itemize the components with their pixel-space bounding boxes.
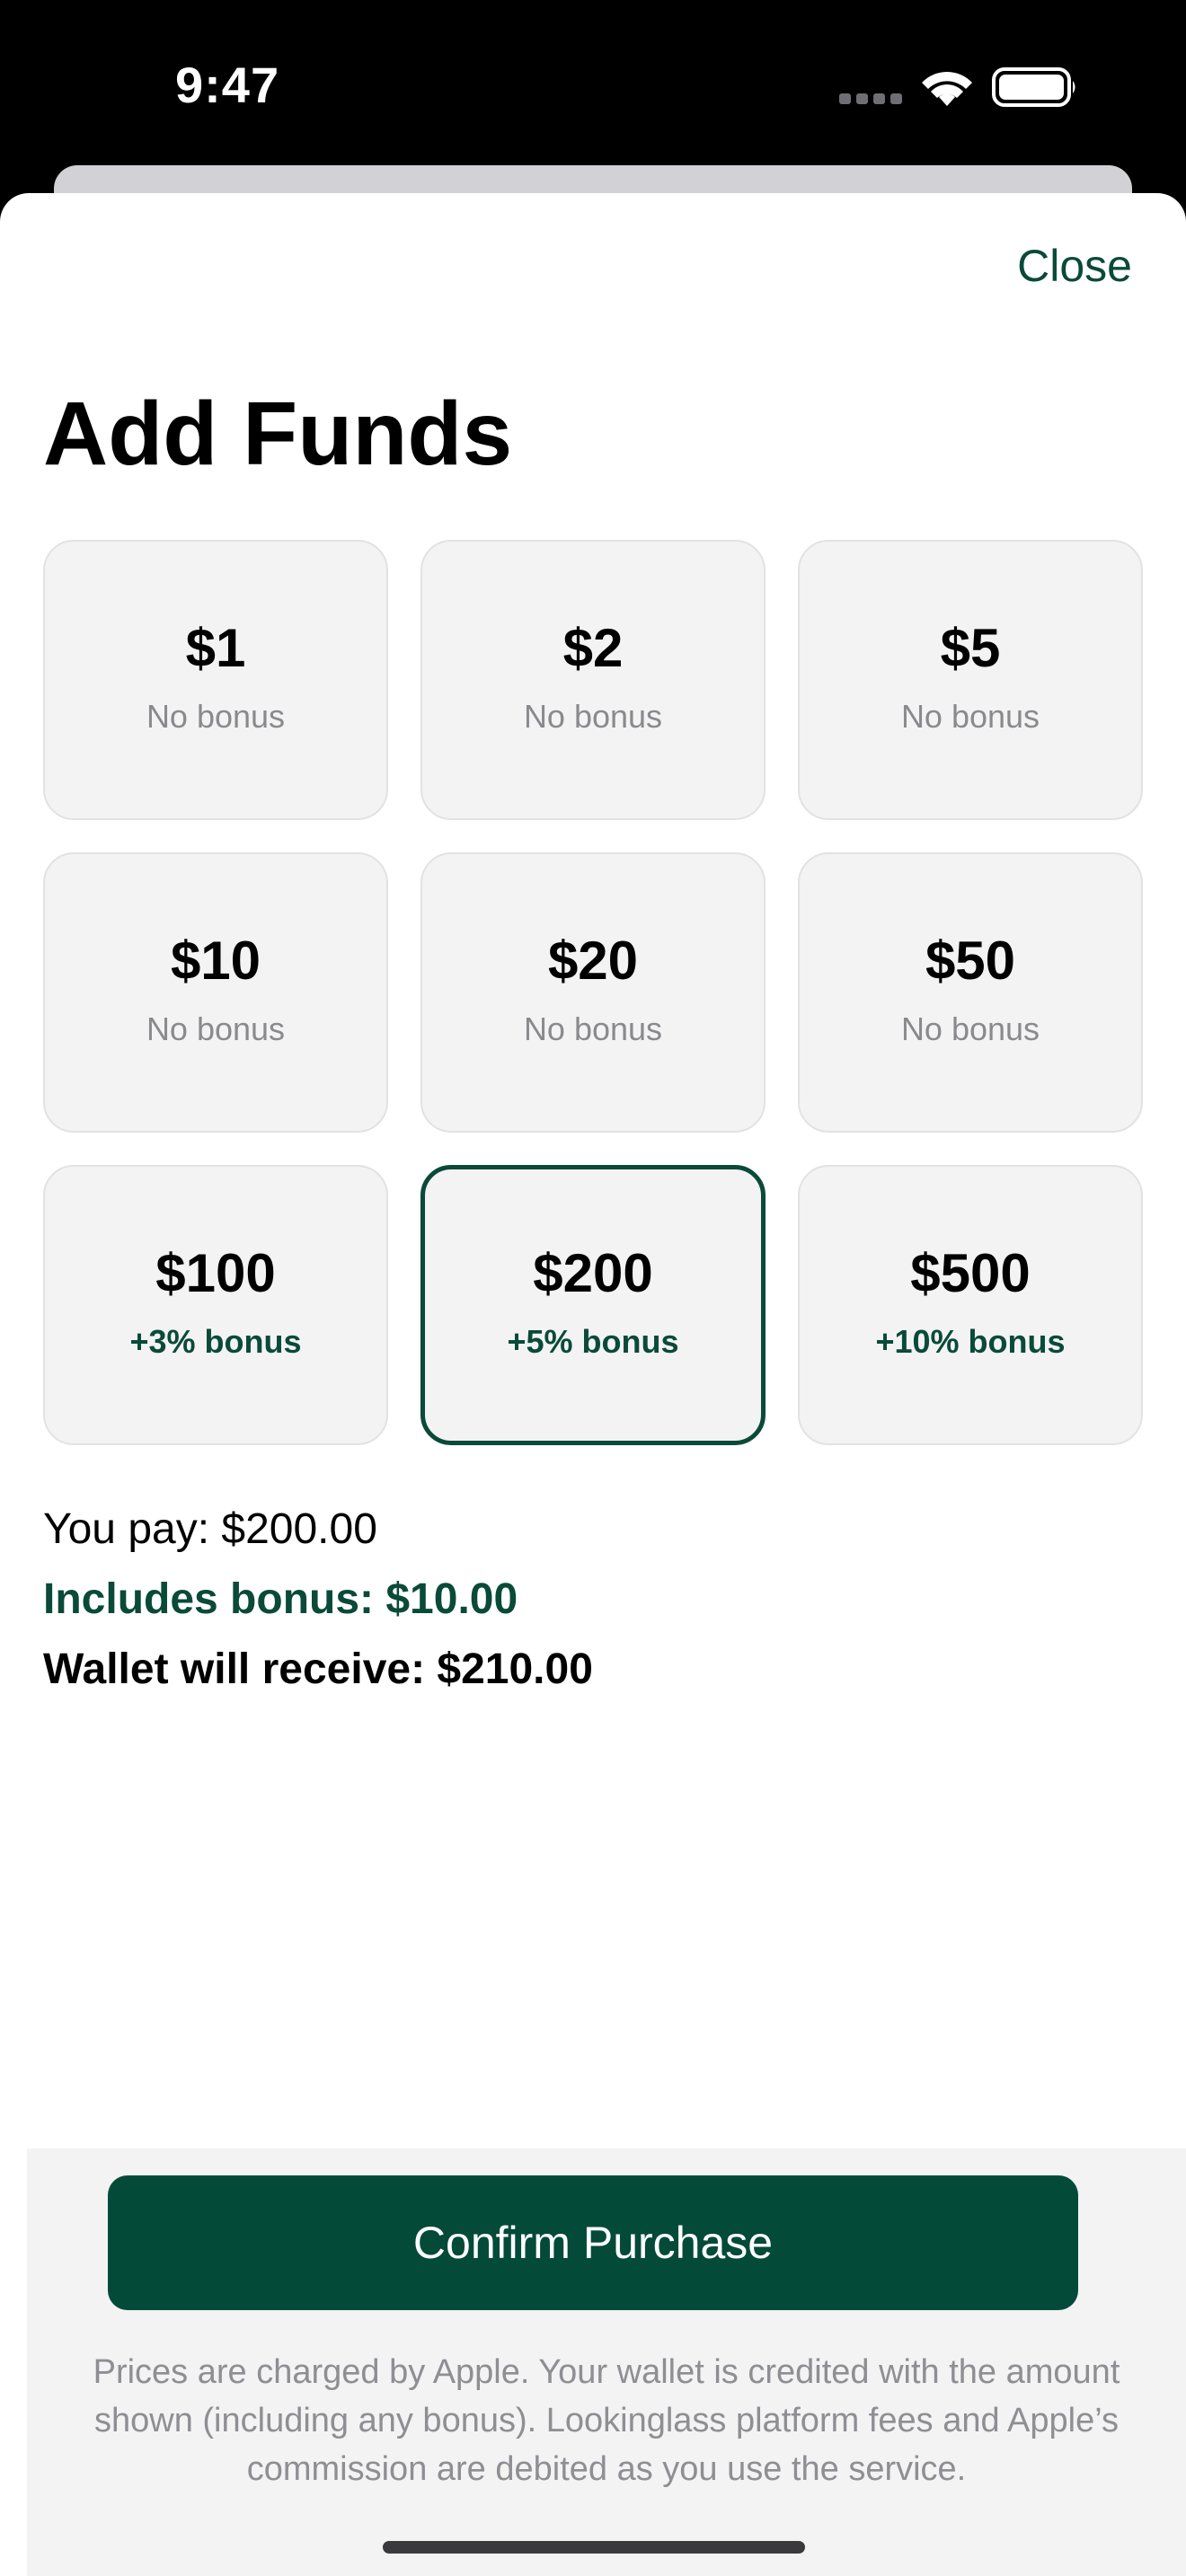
page-title: Add Funds — [43, 384, 513, 484]
amount-value: $1 — [185, 618, 246, 678]
amount-value: $200 — [533, 1243, 653, 1303]
amount-option-1[interactable]: $1 No bonus — [43, 540, 388, 820]
home-indicator[interactable] — [383, 2541, 805, 2554]
amount-value: $100 — [155, 1243, 276, 1303]
bonus-label: +5% bonus — [507, 1323, 679, 1360]
close-button[interactable]: Close — [1017, 240, 1132, 292]
bonus-label: No bonus — [523, 1010, 663, 1047]
bonus-label: No bonus — [146, 1010, 286, 1047]
purchase-summary: You pay: $200.00 Includes bonus: $10.00 … — [43, 1508, 593, 1718]
bonus-label: +3% bonus — [129, 1323, 302, 1360]
amount-grid: $1 No bonus $2 No bonus $5 No bonus $10 … — [43, 540, 1143, 1445]
amount-option-10[interactable]: $10 No bonus — [43, 852, 388, 1133]
add-funds-sheet: Close Add Funds $1 No bonus $2 No bonus … — [0, 193, 1186, 2576]
battery-icon — [992, 67, 1075, 107]
amount-option-20[interactable]: $20 No bonus — [420, 852, 766, 1133]
bonus-label: No bonus — [900, 698, 1040, 735]
amount-value: $50 — [925, 931, 1016, 991]
bonus-label: +10% bonus — [875, 1323, 1066, 1360]
bonus-label: No bonus — [523, 698, 663, 735]
status-time: 9:47 — [175, 57, 280, 113]
status-bar: 9:47 — [0, 0, 1186, 171]
wifi-icon — [922, 72, 972, 106]
wallet-receive-text: Wallet will receive: $210.00 — [43, 1645, 593, 1693]
purchase-footer: Confirm Purchase Prices are charged by A… — [27, 2148, 1186, 2576]
bonus-label: No bonus — [900, 1010, 1040, 1047]
amount-option-100[interactable]: $100 +3% bonus — [43, 1165, 388, 1445]
amount-value: $5 — [940, 618, 1001, 678]
amount-value: $500 — [910, 1243, 1031, 1303]
includes-bonus-text: Includes bonus: $10.00 — [43, 1575, 518, 1623]
amount-option-200[interactable]: $200 +5% bonus — [420, 1165, 766, 1445]
amount-option-2[interactable]: $2 No bonus — [420, 540, 766, 820]
amount-value: $10 — [170, 931, 261, 991]
amount-option-50[interactable]: $50 No bonus — [798, 852, 1143, 1133]
amount-option-500[interactable]: $500 +10% bonus — [798, 1165, 1143, 1445]
confirm-purchase-button[interactable]: Confirm Purchase — [108, 2175, 1078, 2310]
bonus-label: No bonus — [146, 698, 286, 735]
amount-option-5[interactable]: $5 No bonus — [798, 540, 1143, 820]
pricing-disclaimer: Prices are charged by Apple. Your wallet… — [93, 2353, 1120, 2488]
amount-value: $2 — [562, 618, 624, 678]
amount-value: $20 — [547, 931, 639, 991]
you-pay-text: You pay: $200.00 — [43, 1505, 377, 1553]
cellular-signal-icon — [839, 93, 902, 104]
